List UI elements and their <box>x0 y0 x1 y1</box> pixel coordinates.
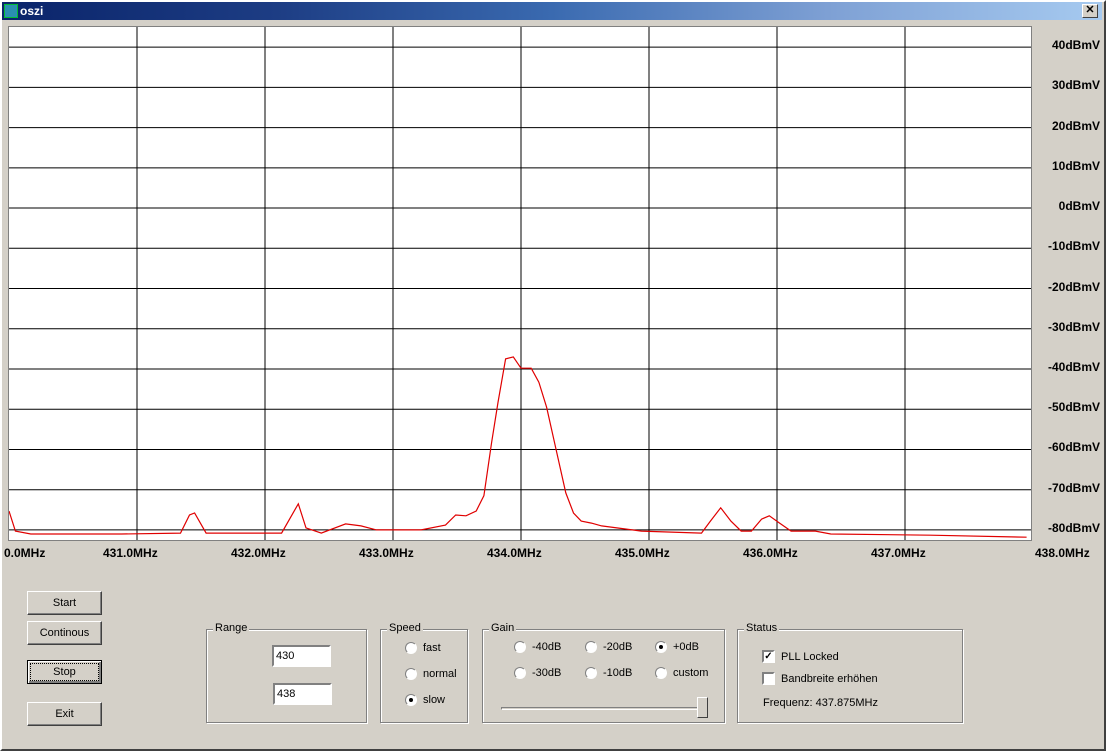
speed-slow-radio[interactable]: slow <box>405 694 445 706</box>
continous-button[interactable]: Continous <box>27 621 102 645</box>
radio-label: fast <box>423 642 441 654</box>
radio-icon <box>405 668 417 680</box>
gain-minus40-radio[interactable]: -40dB <box>514 641 561 653</box>
range-from-input[interactable]: 430 <box>272 645 331 667</box>
radio-label: -10dB <box>603 667 633 679</box>
status-group: Status ✓ PLL Locked Bandbreite erhöhen Fr… <box>737 622 963 723</box>
radio-label: +0dB <box>673 641 699 653</box>
x-tick-label: 436.0MHz <box>743 546 798 560</box>
radio-label: slow <box>423 694 446 706</box>
stop-label: Stop <box>30 663 99 681</box>
gain-minus20-radio[interactable]: -20dB <box>585 641 632 653</box>
radio-icon <box>405 642 417 654</box>
gain-minus30-radio[interactable]: -30dB <box>514 667 561 679</box>
gain-custom-radio[interactable]: custom <box>655 667 708 679</box>
x-tick-label: 434.0MHz <box>487 546 542 560</box>
radio-selected-icon <box>655 641 667 653</box>
gain-label: Gain <box>489 622 517 634</box>
radio-label: custom <box>673 667 709 679</box>
radio-icon <box>655 667 667 679</box>
x-tick-label: 437.0MHz <box>871 546 926 560</box>
range-to-input[interactable]: 438 <box>273 683 332 705</box>
window-title: oszi <box>20 4 44 18</box>
y-tick-label: -70dBmV <box>1047 480 1100 495</box>
speed-group: Speed fast normal slow <box>380 622 468 723</box>
y-tick-label: -20dBmV <box>1047 279 1100 294</box>
close-button[interactable]: ✕ <box>1082 4 1098 18</box>
y-tick-label: 40dBmV <box>1051 38 1100 53</box>
gain-slider-track[interactable] <box>501 707 701 710</box>
x-tick-label: 433.0MHz <box>359 546 414 560</box>
y-tick-label: -10dBmV <box>1047 239 1100 254</box>
radio-label: -20dB <box>603 641 633 653</box>
title-bar[interactable]: oszi ✕ <box>2 2 1102 20</box>
y-tick-label: -80dBmV <box>1047 520 1100 535</box>
y-tick-label: -40dBmV <box>1047 359 1100 374</box>
app-icon <box>4 4 18 18</box>
y-tick-label: 10dBmV <box>1051 158 1100 173</box>
exit-button[interactable]: Exit <box>27 702 102 726</box>
radio-selected-icon <box>405 694 417 706</box>
radio-icon <box>585 667 597 679</box>
y-tick-label: -60dBmV <box>1047 440 1100 455</box>
y-tick-label: -50dBmV <box>1047 400 1100 415</box>
x-tick-label: 432.0MHz <box>231 546 286 560</box>
speed-normal-radio[interactable]: normal <box>405 668 457 680</box>
x-tick-label: 0.0MHz <box>4 546 46 560</box>
radio-icon <box>514 667 526 679</box>
radio-label: -40dB <box>532 641 562 653</box>
x-tick-label: 431.0MHz <box>103 546 158 560</box>
y-tick-label: 20dBmV <box>1051 118 1100 133</box>
spectrum-plot <box>8 26 1032 541</box>
pll-locked-checkbox[interactable]: ✓ PLL Locked <box>762 650 839 663</box>
radio-icon <box>585 641 597 653</box>
gain-minus10-radio[interactable]: -10dB <box>585 667 632 679</box>
range-label: Range <box>213 622 250 634</box>
radio-label: normal <box>423 668 457 680</box>
x-tick-label: 438.0MHz <box>1035 546 1090 560</box>
status-label: Status <box>744 622 780 634</box>
checkbox-checked-icon: ✓ <box>762 650 775 663</box>
range-group: Range 430 438 <box>206 622 367 723</box>
gain-group: Gain -40dB -20dB +0dB -30dB -10dB custom <box>482 622 725 723</box>
y-tick-label: 30dBmV <box>1051 78 1100 93</box>
checkbox-label: Bandbreite erhöhen <box>781 672 878 685</box>
x-tick-label: 435.0MHz <box>615 546 670 560</box>
bandwidth-checkbox[interactable]: Bandbreite erhöhen <box>762 672 878 685</box>
radio-label: -30dB <box>532 667 562 679</box>
speed-fast-radio[interactable]: fast <box>405 642 441 654</box>
gain-slider-thumb[interactable] <box>697 697 708 718</box>
y-tick-label: -30dBmV <box>1047 319 1100 334</box>
radio-icon <box>514 641 526 653</box>
stop-button[interactable]: Stop <box>27 660 102 684</box>
gain-0-radio[interactable]: +0dB <box>655 641 699 653</box>
checkbox-label: PLL Locked <box>781 650 839 663</box>
spectrum-trace <box>9 356 1027 538</box>
spectrum-svg <box>9 27 1031 540</box>
start-button[interactable]: Start <box>27 591 102 615</box>
frequency-readout: Frequenz: 437.875MHz <box>763 697 878 709</box>
checkbox-icon <box>762 672 775 685</box>
speed-label: Speed <box>387 622 423 634</box>
y-tick-label: 0dBmV <box>1058 199 1100 214</box>
